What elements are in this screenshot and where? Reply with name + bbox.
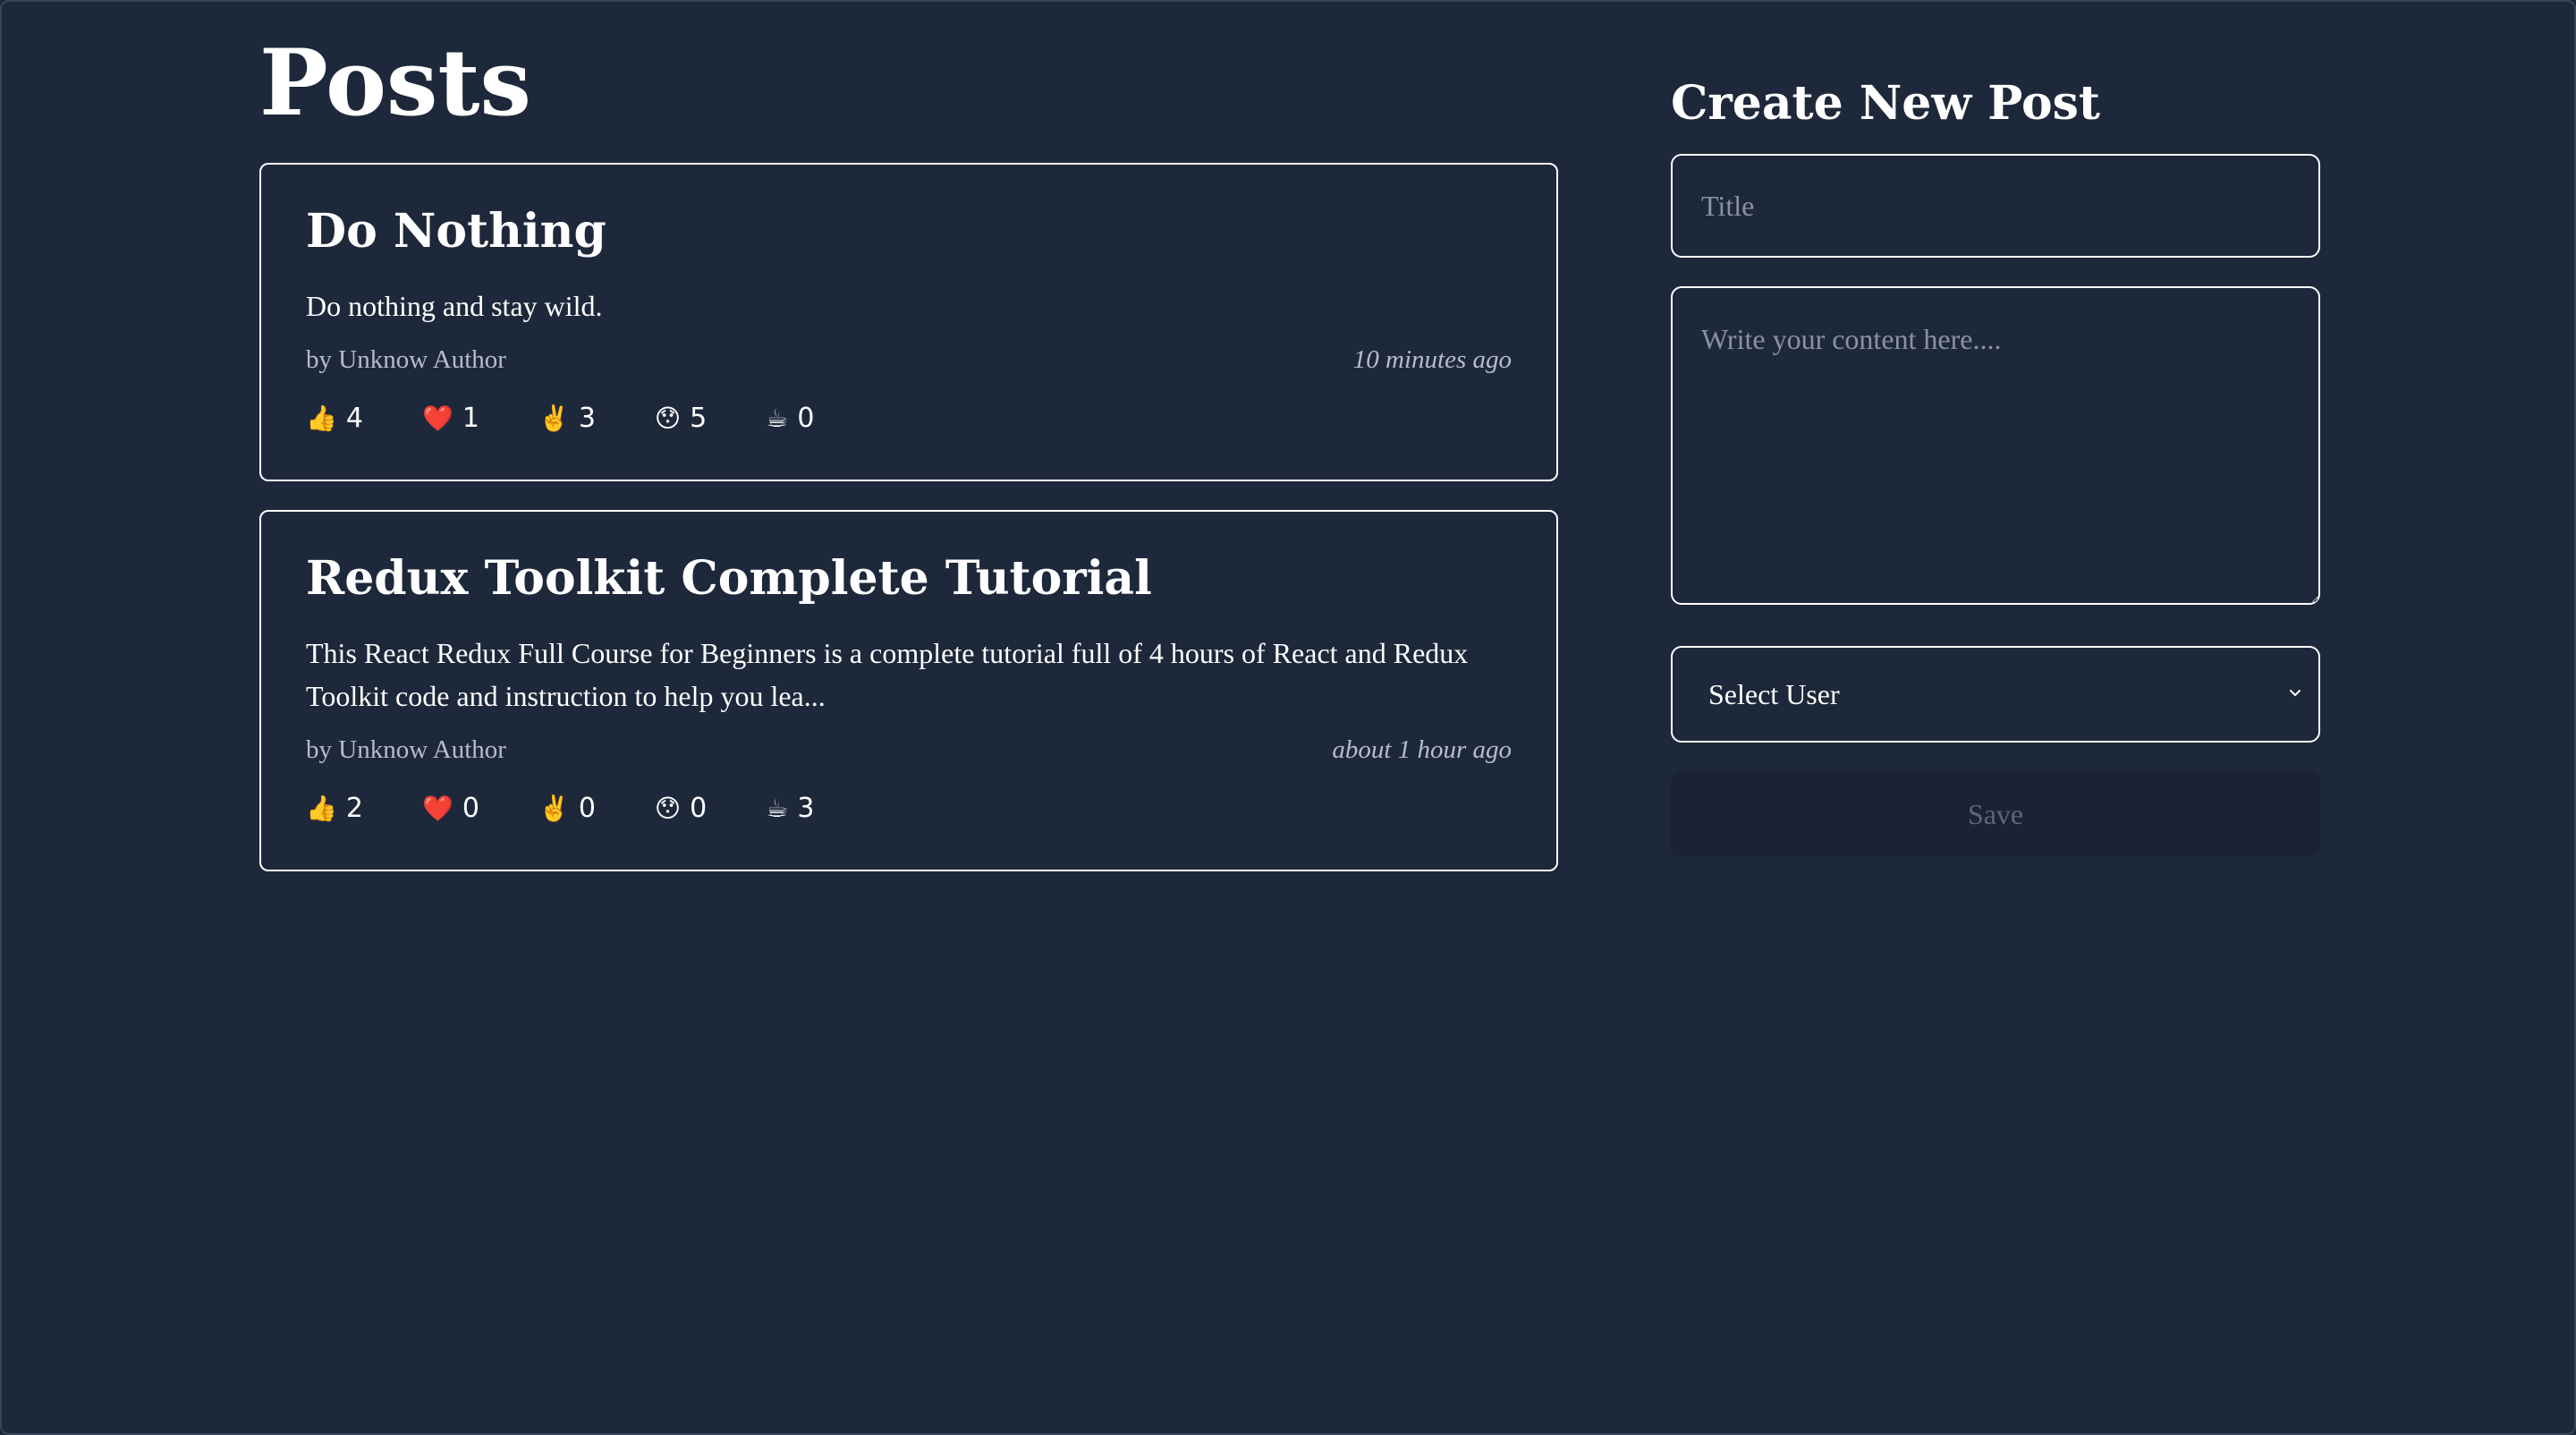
reaction-count: 3 xyxy=(578,403,596,434)
post-timestamp: about 1 hour ago xyxy=(1332,735,1512,764)
post-author: by Unknow Author xyxy=(306,735,506,764)
thumbs-up-icon: 👍 xyxy=(306,794,337,823)
reaction-wow-button[interactable]: 😯 5 xyxy=(655,399,707,438)
post-meta: by Unknow Author about 1 hour ago xyxy=(306,732,1512,768)
post-excerpt: This React Redux Full Course for Beginne… xyxy=(306,637,1469,712)
create-post-form: Create New Post Select User Save xyxy=(1671,75,2320,857)
reaction-count: 5 xyxy=(690,403,708,434)
reaction-count: 1 xyxy=(462,403,479,434)
victory-hand-icon: ✌️ xyxy=(538,794,570,823)
reaction-count: 0 xyxy=(578,793,596,824)
victory-hand-icon: ✌️ xyxy=(538,403,570,433)
reaction-heart-button[interactable]: ❤️ 0 xyxy=(422,789,479,828)
reaction-victory-button[interactable]: ✌️ 0 xyxy=(538,789,596,828)
title-input[interactable] xyxy=(1671,154,2320,258)
reaction-count: 3 xyxy=(797,793,815,824)
hushed-face-icon: 😯 xyxy=(654,403,682,433)
post-card: Do Nothing Do nothing and stay wild. by … xyxy=(259,163,1558,481)
heart-icon: ❤️ xyxy=(421,403,453,433)
hushed-face-icon: 😯 xyxy=(654,794,682,823)
user-select-wrapper: Select User xyxy=(1671,646,2320,743)
reaction-thumbs-up-button[interactable]: 👍 4 xyxy=(306,399,363,438)
reaction-coffee-button[interactable]: ☕ 3 xyxy=(766,789,814,828)
page-title: Posts xyxy=(259,30,531,137)
post-timestamp: 10 minutes ago xyxy=(1352,345,1512,374)
post-author: by Unknow Author xyxy=(306,345,506,374)
reaction-count: 2 xyxy=(345,793,363,824)
post-excerpt: Do nothing and stay wild. xyxy=(306,290,603,322)
posts-list: Do Nothing Do nothing and stay wild. by … xyxy=(259,163,1558,900)
reaction-wow-button[interactable]: 😯 0 xyxy=(655,789,707,828)
coffee-icon: ☕ xyxy=(766,794,789,823)
thumbs-up-icon: 👍 xyxy=(306,403,337,433)
post-meta: by Unknow Author 10 minutes ago xyxy=(306,342,1512,378)
reaction-buttons: 👍 2 ❤️ 0 ✌️ 0 😯 0 ☕ 3 xyxy=(306,789,1512,828)
post-title: Redux Toolkit Complete Tutorial xyxy=(306,551,1152,606)
reaction-victory-button[interactable]: ✌️ 3 xyxy=(538,399,596,438)
coffee-icon: ☕ xyxy=(766,403,789,433)
post-title: Do Nothing xyxy=(306,204,606,259)
reaction-thumbs-up-button[interactable]: 👍 2 xyxy=(306,789,363,828)
form-title: Create New Post xyxy=(1671,76,2100,131)
heart-icon: ❤️ xyxy=(421,794,453,823)
save-button[interactable]: Save xyxy=(1671,771,2320,857)
reaction-count: 0 xyxy=(797,403,815,434)
reaction-count: 0 xyxy=(690,793,708,824)
post-card: Redux Toolkit Complete Tutorial This Rea… xyxy=(259,510,1558,871)
reaction-buttons: 👍 4 ❤️ 1 ✌️ 3 😯 5 ☕ 0 xyxy=(306,399,1512,438)
content-textarea[interactable] xyxy=(1671,286,2320,605)
reaction-coffee-button[interactable]: ☕ 0 xyxy=(766,399,814,438)
user-select[interactable]: Select User xyxy=(1671,646,2320,743)
reaction-count: 4 xyxy=(345,403,363,434)
reaction-heart-button[interactable]: ❤️ 1 xyxy=(422,399,479,438)
reaction-count: 0 xyxy=(462,793,479,824)
